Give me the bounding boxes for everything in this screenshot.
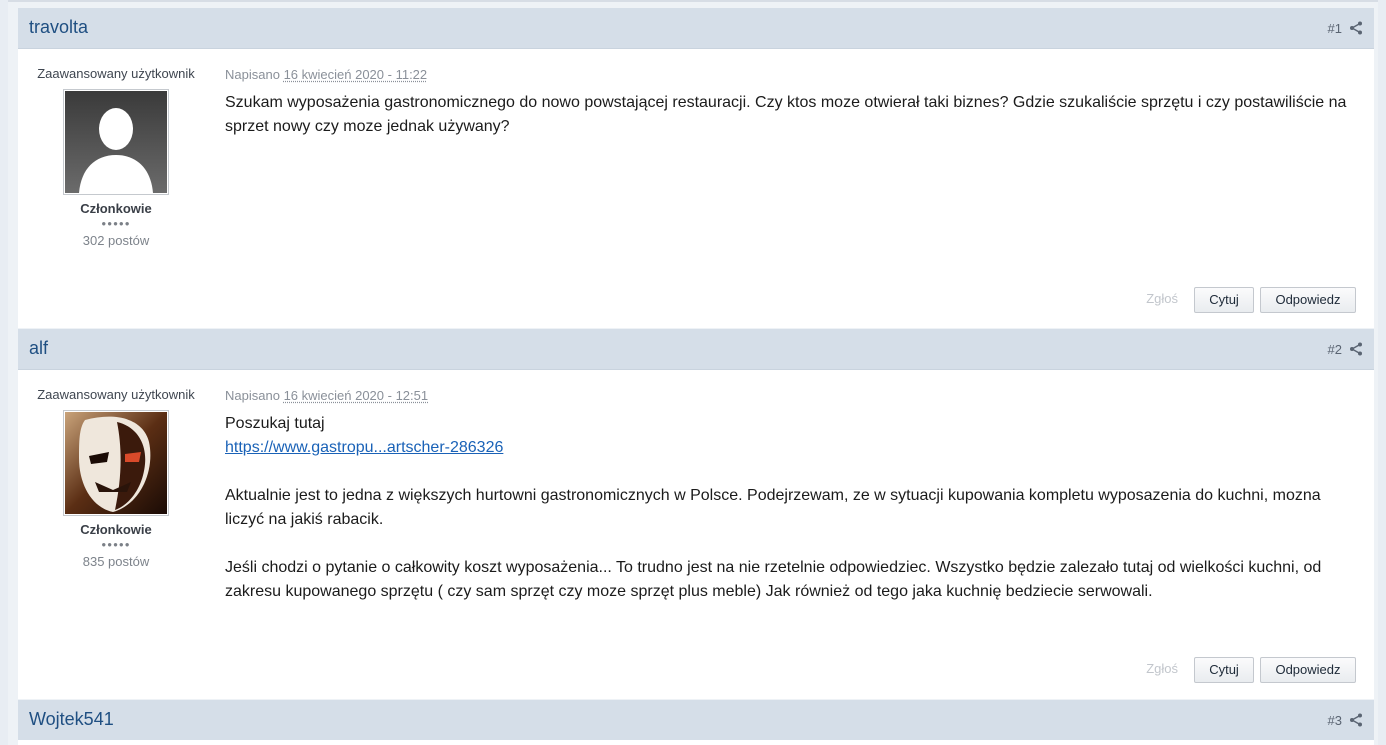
share-icon[interactable] [1349,713,1363,727]
post-author-link[interactable]: alf [29,338,48,359]
posted-date-value[interactable]: 16 kwiecień 2020 - 12:51 [284,388,429,403]
post-number-link[interactable]: #2 [1328,342,1342,357]
author-info: Zaawansowany użytkownik Członkowie ●●●●●… [18,49,214,248]
post-paragraph: Poszukaj tutaj [225,412,1360,436]
avatar[interactable] [63,89,169,195]
posted-date: Napisano 16 kwiecień 2020 - 11:22 [225,67,1360,82]
post-1: travolta #1 Zaawansowany użytkownik Czło… [18,8,1374,328]
member-title: Zaawansowany użytkownik [18,66,214,81]
posted-label: Napisano [225,388,280,403]
post-header: Wojtek541 #3 [18,700,1374,740]
masked-face-avatar-icon [65,412,167,514]
reply-button[interactable]: Odpowiedz [1260,287,1356,313]
author-info: Zaawansowany użytkownik Członkowie ●●●●●… [18,370,214,569]
member-group: Członkowie [18,522,214,537]
post-text: Poszukaj tutaj https://www.gastropu...ar… [225,412,1360,604]
post-link[interactable]: https://www.gastropu...artscher-286326 [225,439,503,456]
quote-button[interactable]: Cytuj [1194,657,1254,683]
topic-posts: travolta #1 Zaawansowany użytkownik Czło… [8,0,1378,745]
post-paragraph: Jeśli chodzi o pytanie o całkowity koszt… [225,556,1360,604]
quote-button[interactable]: Cytuj [1194,287,1254,313]
post-actions: Zgłoś Cytuj Odpowiedz [996,657,1356,683]
member-title: Zaawansowany użytkownik [18,387,214,402]
post-paragraph: Aktualnie jest to jedna z większych hurt… [225,484,1360,532]
share-icon[interactable] [1349,21,1363,35]
post-content: Napisano 16 kwiecień 2020 - 12:51 Poszuk… [225,370,1360,604]
report-link[interactable]: Zgłoś [1146,291,1178,306]
posted-date: Napisano 16 kwiecień 2020 - 12:51 [225,388,1360,403]
reply-button[interactable]: Odpowiedz [1260,657,1356,683]
post-text: Szukam wyposażenia gastronomicznego do n… [225,91,1360,139]
post-author-link[interactable]: travolta [29,17,88,38]
rank-pips: ●●●●● [18,540,214,550]
posted-date-value[interactable]: 16 kwiecień 2020 - 11:22 [284,67,428,82]
share-icon[interactable] [1349,342,1363,356]
post-number-link[interactable]: #3 [1328,713,1342,728]
post-number-link[interactable]: #1 [1328,21,1342,36]
default-avatar-icon [65,91,167,193]
post-count: 302 postów [18,233,214,248]
avatar[interactable] [63,410,169,516]
post-author-link[interactable]: Wojtek541 [29,709,114,730]
post-3: Wojtek541 #3 [18,700,1374,745]
post-header: travolta #1 [18,8,1374,49]
post-paragraph: Szukam wyposażenia gastronomicznego do n… [225,91,1360,139]
post-header: alf #2 [18,329,1374,370]
post-content: Napisano 16 kwiecień 2020 - 11:22 Szukam… [225,49,1360,139]
posted-label: Napisano [225,67,280,82]
post-2: alf #2 Zaawansowany użytkownik Członkowi… [18,329,1374,699]
member-group: Członkowie [18,201,214,216]
rank-pips: ●●●●● [18,219,214,229]
report-link[interactable]: Zgłoś [1146,661,1178,676]
post-count: 835 postów [18,554,214,569]
post-actions: Zgłoś Cytuj Odpowiedz [996,287,1356,313]
